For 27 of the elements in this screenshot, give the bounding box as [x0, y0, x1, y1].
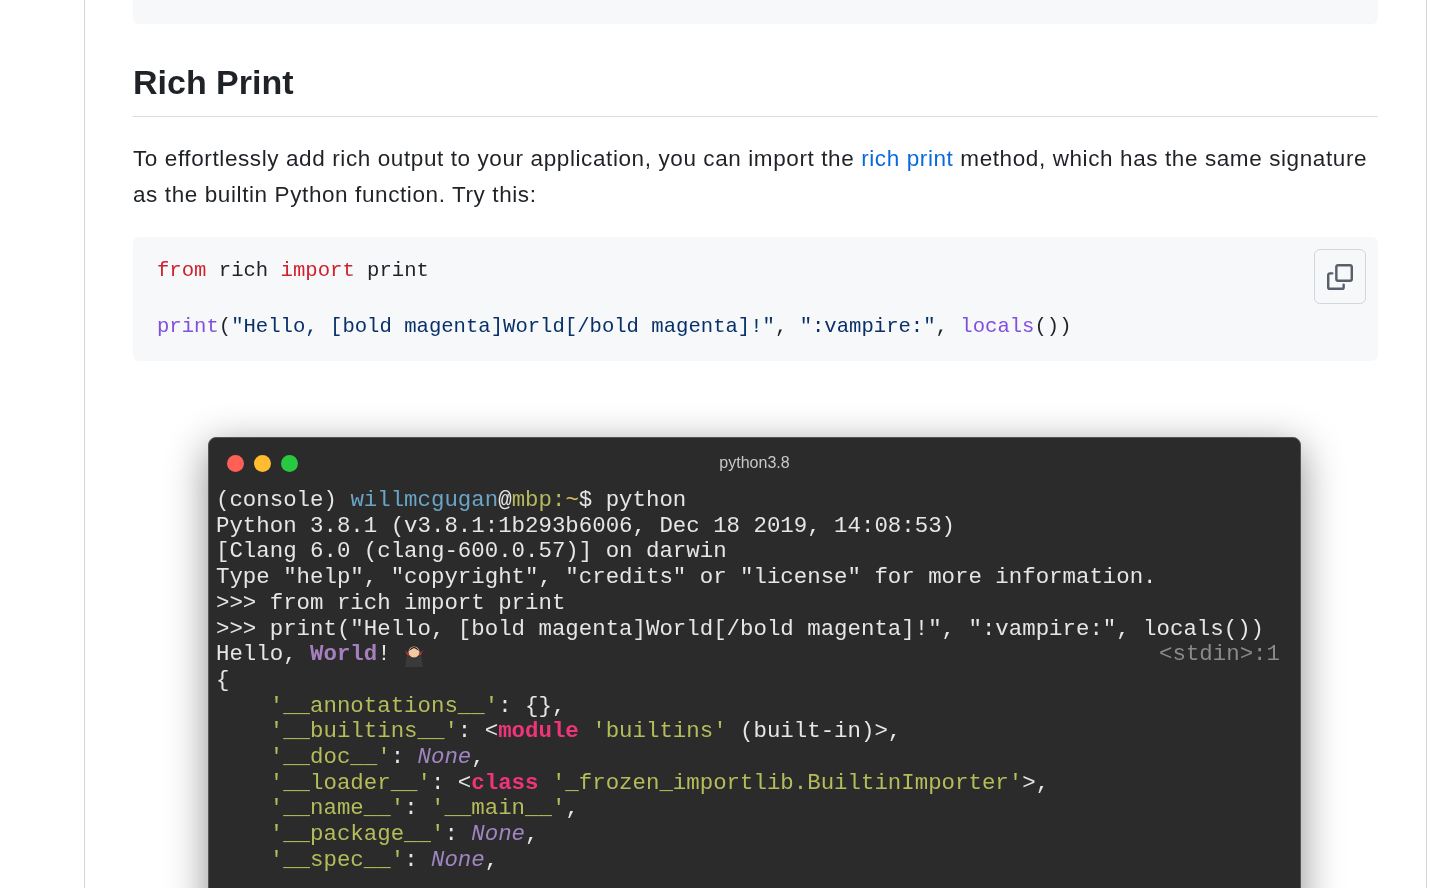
- close-button[interactable]: [227, 454, 244, 472]
- window-title: python3.8: [719, 453, 790, 473]
- terminal-line: '__package__': None,: [268, 822, 539, 848]
- terminal-line: >>> print("Hello, [bold magenta]World[/bold magenta]!", ":vampire:", locals()): [216, 616, 1265, 643]
- terminal-line: '__name__': '__main__',: [268, 796, 579, 823]
- minimize-button[interactable]: [254, 454, 271, 472]
- paragraph: To effortlessly add rich output to your application, you can import the rich print method, which has the same signature as the builtin Python function. Try this:: [133, 145, 1369, 209]
- code-line: from rich import print: [157, 258, 429, 284]
- terminal-line: (console) willmcgugan@mbp:~$ python: [216, 488, 687, 514]
- terminal-line: '__spec__': None,: [268, 847, 499, 874]
- terminal-line: [Clang 6.0 (clang-600.0.57)] on darwin: [216, 539, 727, 566]
- terminal-line: '__builtins__': <module 'builtins' (built-in)>,: [268, 719, 902, 746]
- source-location: <stdin>:1: [1159, 642, 1280, 668]
- copy-icon: [1327, 263, 1353, 290]
- terminal-line: Hello, World!: [216, 642, 391, 668]
- terminal-line: '__doc__': None,: [268, 745, 485, 771]
- code-line: print("Hello, [bold magenta]World[/bold magenta]!", ":vampire:", locals()): [157, 314, 1072, 340]
- terminal-line: {: [216, 667, 230, 694]
- link[interactable]: rich print: [861, 146, 954, 171]
- terminal-line: Python 3.8.1 (v3.8.1:1b293b6006, Dec 18 2019, 14:08:53): [216, 513, 955, 540]
- terminal-line: >>> from rich import print: [216, 590, 566, 617]
- zoom-button[interactable]: [281, 454, 298, 472]
- copy-button[interactable]: [1314, 249, 1366, 304]
- terminal-line: '__loader__': <class '_frozen_importlib.BuiltinImporter'>,: [268, 770, 1050, 797]
- terminal-line: Type "help", "copyright", "credits" or "license" for more information.: [216, 565, 1157, 591]
- section-heading: Rich Print: [133, 61, 1378, 117]
- terminal-line: '__annotations__': {},: [268, 693, 566, 720]
